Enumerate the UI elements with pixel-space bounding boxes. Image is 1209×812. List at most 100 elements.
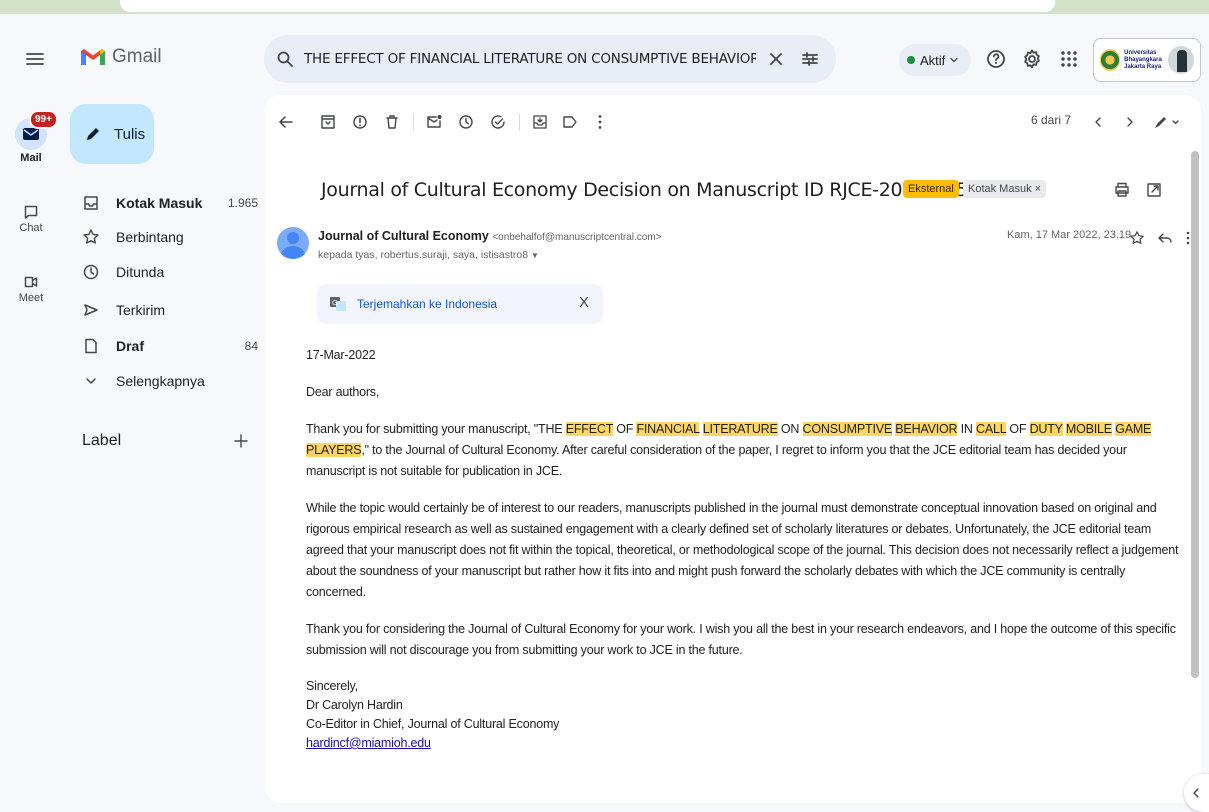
- nav-item-snoozed[interactable]: Ditunda: [66, 255, 262, 289]
- message-more-button[interactable]: [1183, 230, 1193, 246]
- university-name-line2: Bhayangkara: [1124, 56, 1162, 63]
- older-button[interactable]: [1121, 113, 1139, 131]
- status-label: Aktif: [920, 52, 946, 68]
- sender-line: Journal of Cultural Economy <onbehalfof@…: [318, 229, 661, 243]
- search-icon[interactable]: [276, 50, 294, 68]
- rail-mail-label: Mail: [20, 152, 42, 164]
- signature-name: Dr Carolyn Hardin: [306, 698, 403, 712]
- nav-label-sent: Terkirim: [116, 302, 165, 318]
- unread-badge: 99+: [29, 110, 58, 129]
- inbox-chip[interactable]: Kotak Masuk ×: [963, 180, 1047, 198]
- search-highlight: DUTY: [1029, 422, 1063, 436]
- gmail-logo[interactable]: Gmail: [80, 46, 162, 68]
- delete-button[interactable]: [383, 113, 401, 131]
- signature-closing: Sincerely,: [306, 679, 358, 693]
- input-tools-button[interactable]: [1151, 113, 1183, 131]
- archive-button[interactable]: [319, 113, 337, 131]
- nav-label-inbox: Kotak Masuk: [116, 195, 203, 211]
- external-chip[interactable]: Eksternal: [903, 180, 959, 198]
- star-button[interactable]: [1129, 230, 1145, 246]
- labels-button[interactable]: [561, 113, 579, 131]
- search-options-button[interactable]: [796, 45, 824, 73]
- rail-meet-pill: [15, 266, 47, 298]
- close-icon: [770, 53, 782, 65]
- more-actions-button[interactable]: [591, 113, 609, 131]
- nav-label-snoozed: Ditunda: [116, 264, 165, 280]
- search-bar[interactable]: THE EFFECT OF FINANCIAL LITERATURE ON CO…: [264, 35, 836, 83]
- add-label-button[interactable]: [234, 434, 248, 448]
- chevron-down-icon: ▼: [531, 251, 539, 260]
- tune-icon: [802, 52, 818, 66]
- nav-item-inbox[interactable]: Kotak Masuk 1.965: [66, 186, 262, 220]
- report-icon: [353, 115, 367, 129]
- show-side-panel-button[interactable]: [1184, 774, 1209, 812]
- report-spam-button[interactable]: [351, 113, 369, 131]
- clear-search-button[interactable]: [762, 45, 790, 73]
- avatar: [1168, 46, 1194, 74]
- nav-label-drafts: Draf: [116, 338, 145, 354]
- nav-item-drafts[interactable]: Draf 84: [66, 329, 262, 363]
- svg-text:G: G: [332, 299, 337, 307]
- browser-top-strip: [0, 0, 1209, 14]
- reply-button[interactable]: [1157, 230, 1173, 246]
- inbox-chip-label: Kotak Masuk: [968, 183, 1032, 195]
- remove-label-button[interactable]: ×: [1035, 183, 1041, 195]
- inbox-count: 1.965: [227, 196, 258, 210]
- more-vert-icon: [1186, 231, 1190, 245]
- rail-chat-pill: [15, 196, 47, 228]
- body-text: ON: [777, 422, 803, 436]
- nav-label-starred: Berbintang: [116, 229, 184, 245]
- chevron-down-icon: [950, 57, 958, 63]
- university-name-line3: Jakarta Raya: [1124, 63, 1162, 70]
- open-new-window-button[interactable]: [1145, 181, 1163, 199]
- rail-chat[interactable]: Chat: [0, 196, 62, 234]
- help-icon: [987, 50, 1005, 68]
- search-highlight: EFFECT: [565, 422, 613, 436]
- body-greeting: Dear authors,: [306, 385, 380, 399]
- add-to-tasks-button[interactable]: [489, 113, 507, 131]
- sender-avatar[interactable]: [277, 227, 309, 259]
- compose-button[interactable]: Tulis: [70, 104, 154, 164]
- star-icon: [1130, 231, 1144, 244]
- send-icon: [84, 304, 98, 316]
- account-button[interactable]: Universitas Bhayangkara Jakarta Raya: [1093, 38, 1201, 82]
- nav-item-sent[interactable]: Terkirim: [66, 293, 262, 327]
- nav-item-starred[interactable]: Berbintang: [66, 220, 262, 254]
- status-button[interactable]: Aktif: [899, 44, 971, 76]
- body-text: OF: [612, 422, 637, 436]
- print-button[interactable]: [1113, 181, 1131, 199]
- close-translate-button[interactable]: X: [579, 294, 589, 311]
- newer-button[interactable]: [1089, 113, 1107, 131]
- signature-email-link[interactable]: hardincf@miamioh.edu: [306, 736, 431, 750]
- university-name: Universitas Bhayangkara Jakarta Raya: [1124, 50, 1164, 71]
- rail-mail[interactable]: 99+ Mail: [0, 110, 62, 164]
- body-text: IN: [957, 422, 977, 436]
- search-highlight: GAME: [1115, 422, 1152, 436]
- rail-meet[interactable]: Meet: [0, 266, 62, 304]
- snooze-button[interactable]: [457, 113, 475, 131]
- chevron-left-icon: [1095, 117, 1101, 127]
- university-logo: [1100, 49, 1121, 71]
- clock-icon: [83, 264, 99, 280]
- university-name-line1: Universitas: [1124, 49, 1157, 56]
- settings-button[interactable]: [1021, 48, 1043, 70]
- gear-icon: [1024, 49, 1040, 69]
- translate-link[interactable]: Terjemahkan ke Indonesia: [357, 297, 497, 311]
- move-to-button[interactable]: [531, 113, 549, 131]
- recipients[interactable]: kepada tyas, robertus.suraji, saya, isti…: [318, 249, 539, 261]
- body-date: 17-Mar-2022: [306, 348, 376, 362]
- main-menu-button[interactable]: [24, 48, 46, 70]
- email-subject: Journal of Cultural Economy Decision on …: [321, 179, 980, 201]
- sender-name[interactable]: Journal of Cultural Economy: [318, 229, 489, 243]
- mark-unread-button[interactable]: [425, 113, 443, 131]
- body-text: OF: [1006, 422, 1030, 436]
- search-highlight: PLAYERS: [306, 443, 362, 457]
- help-button[interactable]: [985, 48, 1007, 70]
- back-button[interactable]: [277, 113, 295, 131]
- search-input[interactable]: THE EFFECT OF FINANCIAL LITERATURE ON CO…: [304, 51, 756, 67]
- body-paragraph-2: While the topic would certainly be of in…: [306, 501, 1179, 599]
- reply-icon: [1158, 233, 1172, 243]
- nav-item-more[interactable]: Selengkapnya: [66, 364, 262, 398]
- apps-button[interactable]: [1058, 48, 1080, 70]
- signature: Sincerely, Dr Carolyn Hardin Co-Editor i…: [306, 677, 1186, 753]
